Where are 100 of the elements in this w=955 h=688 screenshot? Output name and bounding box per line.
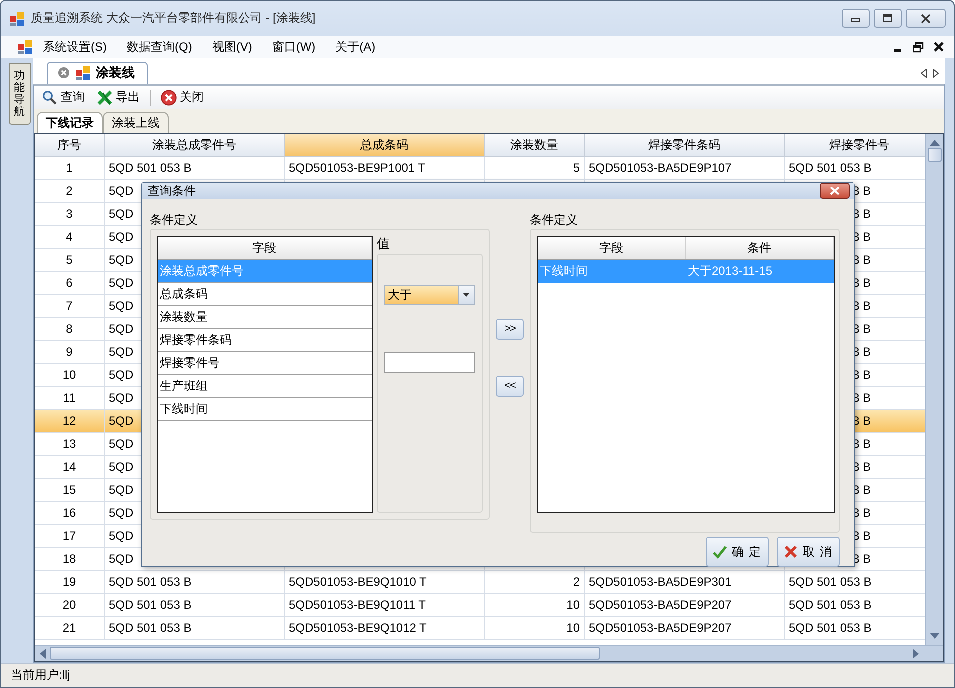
table-cell: 2 [35, 180, 105, 203]
minimize-button[interactable] [842, 9, 870, 28]
cross-icon [784, 545, 798, 560]
list-cell-text: 下线时间 [539, 263, 589, 280]
scrollbar-thumb[interactable] [928, 148, 942, 162]
table-cell: 6 [35, 272, 105, 295]
right-arrow-icon[interactable] [933, 69, 939, 78]
app-icon [17, 39, 33, 55]
table-cell: 10 [485, 594, 585, 617]
group-label: 值 [377, 236, 391, 252]
column-header: 字段 [538, 237, 686, 260]
table-cell: 5QD501053-BE9Q1012 T [285, 617, 485, 640]
close-icon [920, 14, 932, 24]
tab[interactable]: 涂装上线 [103, 112, 169, 133]
cross-icon [97, 90, 113, 106]
operator-dropdown[interactable]: 大于 [384, 284, 475, 305]
toolbar-button[interactable]: 导出 [95, 90, 142, 106]
table-cell: 5QD501053-BA5DE9P301 [585, 571, 785, 594]
table-cell: 5QD 501 053 B [105, 617, 285, 640]
up-arrow-icon[interactable] [930, 140, 940, 146]
table-cell: 13 [35, 433, 105, 456]
list-item[interactable]: 焊接零件号 [158, 352, 372, 376]
table-cell: 10 [485, 617, 585, 640]
status-text: 当前用户:llj [11, 668, 70, 683]
move-button[interactable]: << [496, 376, 524, 397]
window-title: 质量追溯系统 大众一汽平台零部件有限公司 - [涂装线] [31, 11, 316, 26]
tab[interactable]: 下线记录 [37, 112, 103, 133]
close-icon [161, 90, 177, 106]
table-cell: 19 [35, 571, 105, 594]
document-tab[interactable]: 涂装线 [47, 62, 148, 84]
scrollbar[interactable] [925, 134, 943, 645]
search-icon [42, 90, 58, 106]
close-icon[interactable] [934, 42, 944, 52]
table-cell: 15 [35, 479, 105, 502]
table-cell: 5QD501053-BA5DE9P207 [585, 594, 785, 617]
scrollbar[interactable] [35, 645, 943, 661]
column-header[interactable]: 总成条码 [285, 134, 485, 157]
left-arrow-icon[interactable] [921, 69, 927, 78]
column-header: 条件 [686, 237, 834, 260]
close-icon [830, 187, 840, 195]
ok-button[interactable]: 确 定 [706, 537, 769, 568]
table-cell: 5 [485, 157, 585, 180]
group-label: 条件定义 [150, 213, 199, 228]
value-input[interactable] [384, 352, 475, 373]
column-header[interactable]: 涂装数量 [485, 134, 585, 157]
column-header[interactable]: 焊接零件条码 [585, 134, 785, 157]
restore-icon[interactable] [913, 42, 924, 52]
close-button[interactable] [820, 183, 850, 199]
down-arrow-icon[interactable] [930, 633, 940, 639]
menu-item[interactable]: 关于(A) [326, 38, 386, 56]
cancel-button[interactable]: 取 消 [777, 537, 840, 568]
app-icon [9, 10, 25, 26]
table-cell: 10 [35, 364, 105, 387]
list-item[interactable]: 涂装数量 [158, 306, 372, 330]
table-cell: 7 [35, 295, 105, 318]
table-cell: 5QD 501 053 B [105, 571, 285, 594]
table-cell: 2 [485, 571, 585, 594]
table-cell: 17 [35, 525, 105, 548]
table-cell: 1 [35, 157, 105, 180]
list-item[interactable]: 焊接零件条码 [158, 329, 372, 352]
table-cell: 3 [35, 203, 105, 226]
menu-item[interactable]: 数据查询(Q) [117, 38, 202, 56]
check-icon [712, 545, 727, 560]
table-cell: 9 [35, 341, 105, 364]
table-cell: 5QD 501 053 B [105, 157, 285, 180]
column-header[interactable]: 焊接零件号 [785, 134, 925, 157]
table-cell: 5QD501053-BE9P1001 T [285, 157, 485, 180]
table-cell: 5 [35, 249, 105, 272]
scrollbar-thumb[interactable] [50, 647, 600, 660]
app-icon [75, 65, 91, 81]
move-button[interactable]: >> [496, 319, 524, 340]
side-panel-tab[interactable]: 功能导航 [9, 63, 31, 126]
table-cell: 5QD501053-BA5DE9P107 [585, 157, 785, 180]
toolbar-button[interactable]: 关闭 [159, 90, 206, 106]
menu-item[interactable]: 系统设置(S) [33, 38, 117, 56]
table-cell: 14 [35, 456, 105, 479]
table-cell: 21 [35, 617, 105, 640]
maximize-button[interactable] [874, 9, 902, 28]
table-cell: 5QD501053-BE9Q1011 T [285, 594, 485, 617]
dialog-title: 查询条件 [148, 184, 196, 198]
menu-item[interactable]: 窗口(W) [262, 38, 326, 56]
table-cell: 16 [35, 502, 105, 525]
maximize-icon [882, 14, 894, 24]
table-cell: 5QD501053-BE9Q1010 T [285, 571, 485, 594]
group-label: 条件定义 [530, 213, 579, 228]
list-item[interactable]: 下线时间 [158, 398, 372, 422]
list-item[interactable]: 总成条码 [158, 283, 372, 306]
table-cell: 5QD 501 053 B [105, 594, 285, 617]
list-item[interactable]: 生产班组 [158, 375, 372, 398]
toolbar-button[interactable]: 查询 [40, 90, 87, 106]
column-header[interactable]: 序号 [35, 134, 105, 157]
menu-item[interactable]: 视图(V) [202, 38, 262, 56]
table-cell: 4 [35, 226, 105, 249]
table-cell: 20 [35, 594, 105, 617]
close-button[interactable] [906, 9, 946, 28]
table-cell: 8 [35, 318, 105, 341]
column-header: 字段 [158, 237, 372, 260]
table-cell: 18 [35, 548, 105, 571]
dropdown-arrow-icon [463, 292, 470, 297]
column-header[interactable]: 涂装总成零件号 [105, 134, 285, 157]
